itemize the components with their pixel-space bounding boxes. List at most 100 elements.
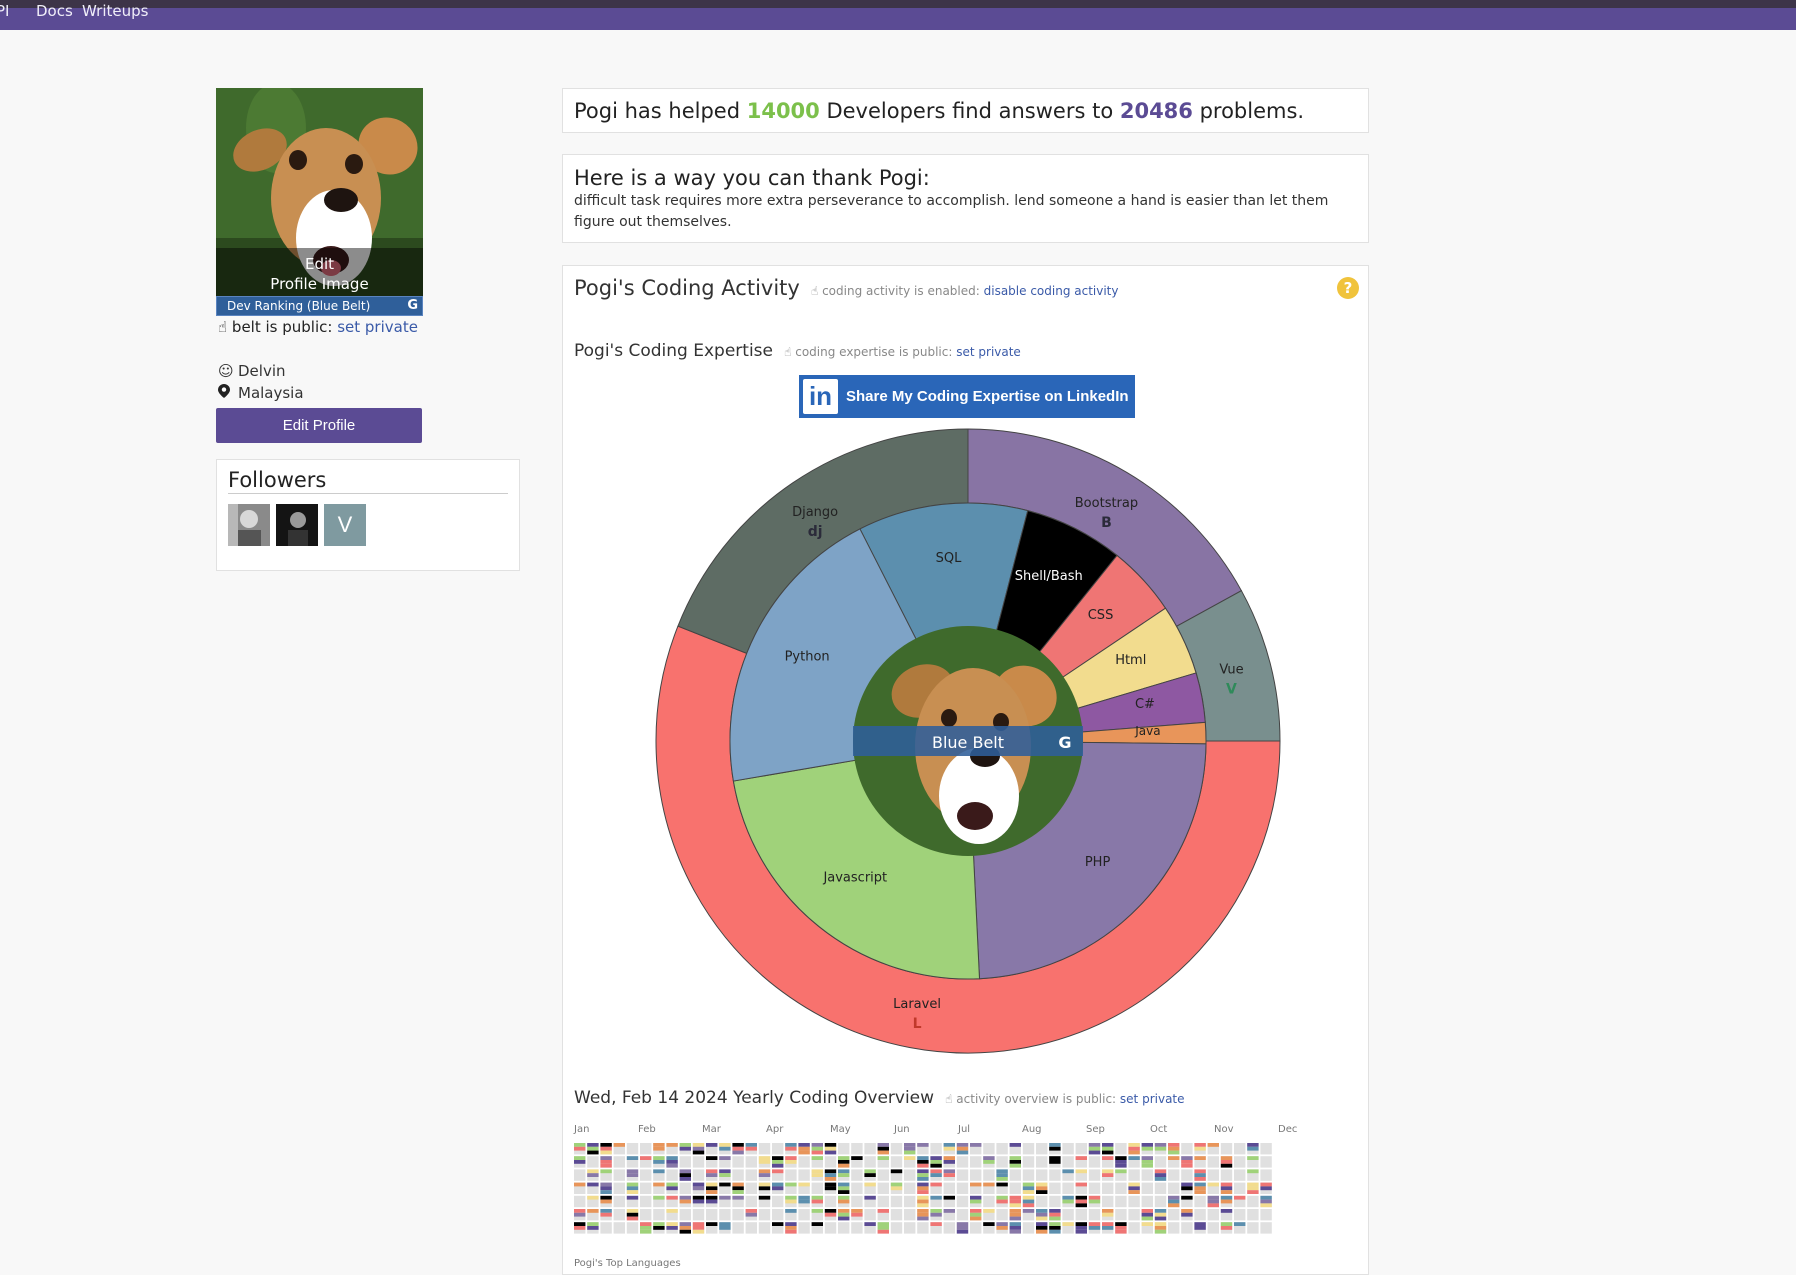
dev-ranking-bar[interactable]: Dev Ranking (Blue Belt) G: [216, 296, 423, 316]
heatmap-day-cell[interactable]: [640, 1169, 652, 1181]
heatmap-day-cell[interactable]: [996, 1195, 1008, 1208]
heatmap-day-cell[interactable]: [1115, 1182, 1127, 1194]
heatmap-day-cell[interactable]: [1194, 1169, 1206, 1181]
heatmap-day-cell[interactable]: [1194, 1195, 1206, 1208]
heatmap-day-cell[interactable]: [904, 1143, 916, 1155]
heatmap-day-cell[interactable]: [970, 1222, 982, 1234]
heatmap-day-cell[interactable]: [1194, 1143, 1206, 1155]
heatmap-day-cell[interactable]: [798, 1182, 810, 1194]
heatmap-day-cell[interactable]: [864, 1169, 876, 1181]
heatmap-day-cell[interactable]: [719, 1156, 731, 1168]
heatmap-day-cell[interactable]: [996, 1182, 1008, 1194]
heatmap-day-cell[interactable]: [917, 1182, 929, 1194]
heatmap-day-cell[interactable]: [613, 1182, 625, 1194]
heatmap-day-cell[interactable]: [600, 1182, 612, 1194]
heatmap-day-cell[interactable]: [679, 1182, 691, 1194]
heatmap-day-cell[interactable]: [1075, 1182, 1087, 1194]
heatmap-day-cell[interactable]: [772, 1222, 784, 1234]
heatmap-day-cell[interactable]: [824, 1195, 837, 1208]
heatmap-day-cell[interactable]: [1181, 1209, 1193, 1221]
heatmap-day-cell[interactable]: [785, 1182, 797, 1194]
yearly-activity-heatmap[interactable]: [574, 1139, 1354, 1253]
heatmap-day-cell[interactable]: [640, 1195, 652, 1208]
heatmap-day-cell[interactable]: [956, 1182, 969, 1194]
heatmap-day-cell[interactable]: [917, 1222, 929, 1234]
heatmap-day-cell[interactable]: [1141, 1209, 1153, 1221]
heatmap-day-cell[interactable]: [1181, 1182, 1193, 1194]
heatmap-day-cell[interactable]: [1247, 1169, 1259, 1181]
heatmap-day-cell[interactable]: [1168, 1182, 1180, 1194]
heatmap-day-cell[interactable]: [772, 1169, 784, 1181]
heatmap-day-cell[interactable]: [587, 1143, 599, 1155]
heatmap-day-cell[interactable]: [824, 1222, 837, 1234]
follower-avatar[interactable]: [276, 504, 318, 546]
heatmap-day-cell[interactable]: [1128, 1195, 1140, 1208]
heatmap-day-cell[interactable]: [1075, 1209, 1087, 1221]
heatmap-day-cell[interactable]: [956, 1195, 969, 1208]
heatmap-day-cell[interactable]: [1062, 1195, 1074, 1208]
heatmap-day-cell[interactable]: [970, 1143, 982, 1155]
heatmap-day-cell[interactable]: [1009, 1209, 1021, 1221]
heatmap-day-cell[interactable]: [1062, 1143, 1074, 1155]
heatmap-day-cell[interactable]: [943, 1169, 955, 1181]
heatmap-day-cell[interactable]: [1207, 1169, 1219, 1181]
heatmap-day-cell[interactable]: [640, 1209, 652, 1221]
heatmap-day-cell[interactable]: [890, 1222, 903, 1234]
heatmap-day-cell[interactable]: [1234, 1156, 1246, 1168]
heatmap-day-cell[interactable]: [864, 1182, 876, 1194]
heatmap-day-cell[interactable]: [838, 1156, 850, 1168]
heatmap-day-cell[interactable]: [1181, 1156, 1193, 1168]
profile-image[interactable]: Edit Profile Image: [216, 88, 423, 296]
heatmap-day-cell[interactable]: [877, 1209, 889, 1221]
heatmap-day-cell[interactable]: [1036, 1169, 1048, 1181]
heatmap-day-cell[interactable]: [626, 1195, 639, 1208]
heatmap-day-cell[interactable]: [1075, 1222, 1087, 1234]
heatmap-day-cell[interactable]: [613, 1156, 625, 1168]
heatmap-day-cell[interactable]: [1102, 1222, 1114, 1234]
heatmap-day-cell[interactable]: [1141, 1156, 1153, 1168]
heatmap-day-cell[interactable]: [996, 1169, 1008, 1181]
heatmap-day-cell[interactable]: [1207, 1182, 1219, 1194]
heatmap-day-cell[interactable]: [1154, 1169, 1167, 1181]
heatmap-day-cell[interactable]: [956, 1209, 969, 1221]
follower-avatar[interactable]: [228, 504, 270, 546]
heatmap-day-cell[interactable]: [574, 1156, 586, 1168]
heatmap-day-cell[interactable]: [1115, 1143, 1127, 1155]
heatmap-day-cell[interactable]: [877, 1182, 889, 1194]
heatmap-day-cell[interactable]: [626, 1156, 639, 1168]
heatmap-day-cell[interactable]: [1260, 1209, 1272, 1221]
heatmap-day-cell[interactable]: [758, 1222, 771, 1234]
heatmap-day-cell[interactable]: [719, 1182, 731, 1194]
heatmap-day-cell[interactable]: [1102, 1169, 1114, 1181]
heatmap-day-cell[interactable]: [613, 1143, 625, 1155]
heatmap-day-cell[interactable]: [587, 1169, 599, 1181]
heatmap-day-cell[interactable]: [851, 1195, 863, 1208]
heatmap-day-cell[interactable]: [1168, 1222, 1180, 1234]
heatmap-day-cell[interactable]: [626, 1169, 639, 1181]
heatmap-day-cell[interactable]: [943, 1143, 955, 1155]
heatmap-day-cell[interactable]: [970, 1195, 982, 1208]
heatmap-day-cell[interactable]: [706, 1209, 718, 1221]
heatmap-day-cell[interactable]: [772, 1143, 784, 1155]
heatmap-day-cell[interactable]: [890, 1209, 903, 1221]
heatmap-day-cell[interactable]: [1102, 1195, 1114, 1208]
heatmap-day-cell[interactable]: [772, 1156, 784, 1168]
heatmap-day-cell[interactable]: [785, 1195, 797, 1208]
heatmap-day-cell[interactable]: [640, 1156, 652, 1168]
belt-set-private-link[interactable]: set private: [337, 318, 418, 336]
heatmap-day-cell[interactable]: [1154, 1143, 1167, 1155]
heatmap-day-cell[interactable]: [811, 1195, 823, 1208]
heatmap-day-cell[interactable]: [666, 1169, 678, 1181]
heatmap-day-cell[interactable]: [640, 1143, 652, 1155]
heatmap-day-cell[interactable]: [1128, 1143, 1140, 1155]
heatmap-day-cell[interactable]: [719, 1143, 731, 1155]
heatmap-day-cell[interactable]: [1220, 1143, 1233, 1155]
heatmap-day-cell[interactable]: [1036, 1156, 1048, 1168]
heatmap-day-cell[interactable]: [970, 1169, 982, 1181]
heatmap-day-cell[interactable]: [1247, 1182, 1259, 1194]
heatmap-day-cell[interactable]: [1168, 1156, 1180, 1168]
heatmap-day-cell[interactable]: [811, 1182, 823, 1194]
heatmap-day-cell[interactable]: [732, 1222, 744, 1234]
heatmap-day-cell[interactable]: [1022, 1143, 1035, 1155]
heatmap-day-cell[interactable]: [996, 1143, 1008, 1155]
